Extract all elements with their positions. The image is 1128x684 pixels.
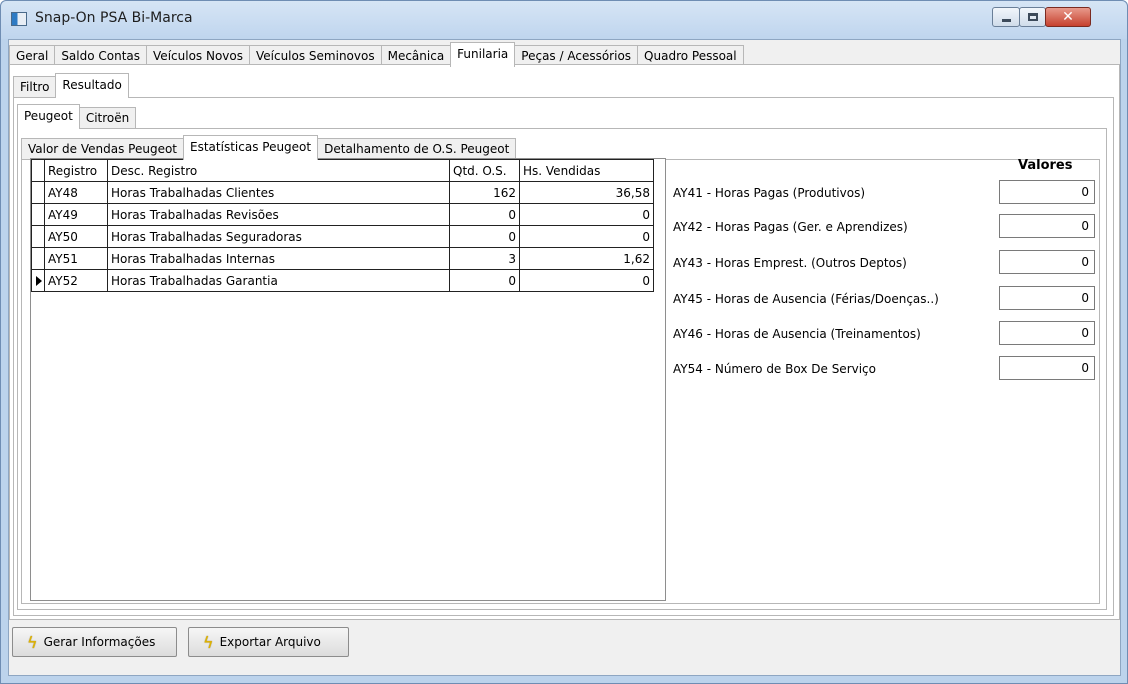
app-icon [11,12,27,26]
estatisticas-grid[interactable]: Registro Desc. Registro Qtd. O.S. Hs. Ve… [30,158,666,601]
row-indicator [31,247,45,270]
cell-hs-vendidas[interactable]: 36,58 [519,181,654,204]
report-tab-strip: Valor de Vendas Peugeot Estatísticas Peu… [21,135,517,160]
cell-qtd-os[interactable]: 0 [449,269,520,292]
window-title: Snap-On PSA Bi-Marca [35,10,193,26]
table-row-selected[interactable]: AY52 Horas Trabalhadas Garantia 0 0 [31,269,654,292]
field-label-ay41: AY41 - Horas Pagas (Produtivos) [673,186,865,200]
table-row[interactable]: AY48 Horas Trabalhadas Clientes 162 36,5… [31,181,654,204]
field-label-ay42: AY42 - Horas Pagas (Ger. e Aprendizes) [673,220,908,234]
exportar-arquivo-button[interactable]: ϟ Exportar Arquivo [188,627,349,657]
cell-hs-vendidas[interactable]: 0 [519,269,654,292]
cell-hs-vendidas[interactable]: 0 [519,203,654,226]
cell-desc-registro[interactable]: Horas Trabalhadas Garantia [107,269,450,292]
field-label-ay45: AY45 - Horas de Ausencia (Férias/Doenças… [673,292,939,306]
brand-tab-strip: Peugeot Citroën [17,104,137,129]
tab-resultado[interactable]: Resultado [55,73,129,98]
column-header-registro[interactable]: Registro [44,159,108,182]
field-input-ay45[interactable]: 0 [999,286,1095,310]
current-row-arrow-icon [36,275,42,286]
exportar-arquivo-label: Exportar Arquivo [219,635,321,649]
tab-detalhamento-os-peugeot[interactable]: Detalhamento de O.S. Peugeot [317,138,517,160]
field-input-ay42[interactable]: 0 [999,214,1095,238]
minimize-button[interactable] [992,7,1020,27]
column-header-qtd-os[interactable]: Qtd. O.S. [449,159,520,182]
cell-desc-registro[interactable]: Horas Trabalhadas Seguradoras [107,225,450,248]
tab-valor-vendas-peugeot[interactable]: Valor de Vendas Peugeot [21,138,185,160]
tab-estatisticas-peugeot[interactable]: Estatísticas Peugeot [183,135,319,160]
cell-hs-vendidas[interactable]: 0 [519,225,654,248]
close-icon: ✕ [1062,9,1074,25]
sub-tab-strip: Filtro Resultado [13,73,129,98]
valores-header: Valores [1018,158,1073,173]
cell-hs-vendidas[interactable]: 1,62 [519,247,654,270]
gerar-informacoes-label: Gerar Informações [43,635,156,649]
maximize-button[interactable] [1019,7,1046,27]
tab-funilaria[interactable]: Funilaria [450,42,516,67]
cell-registro[interactable]: AY48 [44,181,108,204]
row-indicator-header [31,159,45,182]
lightning-icon: ϟ [203,632,214,652]
minimize-icon [1001,18,1011,22]
field-label-ay43: AY43 - Horas Emprest. (Outros Deptos) [673,256,907,270]
close-button[interactable]: ✕ [1045,7,1091,27]
maximize-icon [1027,13,1038,21]
cell-registro[interactable]: AY52 [44,269,108,292]
tab-peugeot[interactable]: Peugeot [17,104,80,129]
grid-header-row: Registro Desc. Registro Qtd. O.S. Hs. Ve… [31,159,654,182]
row-indicator [31,203,45,226]
gerar-informacoes-button[interactable]: ϟ Gerar Informações [12,627,177,657]
cell-qtd-os[interactable]: 0 [449,225,520,248]
table-row[interactable]: AY50 Horas Trabalhadas Seguradoras 0 0 [31,225,654,248]
tab-filtro[interactable]: Filtro [13,76,57,98]
field-input-ay41[interactable]: 0 [999,180,1095,204]
cell-desc-registro[interactable]: Horas Trabalhadas Internas [107,247,450,270]
field-input-ay43[interactable]: 0 [999,250,1095,274]
cell-desc-registro[interactable]: Horas Trabalhadas Revisões [107,203,450,226]
field-input-ay54[interactable]: 0 [999,356,1095,380]
lightning-icon: ϟ [27,632,38,652]
row-indicator [31,225,45,248]
column-header-hs-vendidas[interactable]: Hs. Vendidas [519,159,654,182]
table-row[interactable]: AY51 Horas Trabalhadas Internas 3 1,62 [31,247,654,270]
field-label-ay46: AY46 - Horas de Ausencia (Treinamentos) [673,327,921,341]
cell-registro[interactable]: AY49 [44,203,108,226]
table-row[interactable]: AY49 Horas Trabalhadas Revisões 0 0 [31,203,654,226]
column-header-desc-registro[interactable]: Desc. Registro [107,159,450,182]
field-label-ay54: AY54 - Número de Box De Serviço [673,362,876,376]
cell-registro[interactable]: AY50 [44,225,108,248]
title-bar: Snap-On PSA Bi-Marca ✕ [1,1,1127,39]
cell-registro[interactable]: AY51 [44,247,108,270]
cell-qtd-os[interactable]: 0 [449,203,520,226]
cell-qtd-os[interactable]: 162 [449,181,520,204]
field-input-ay46[interactable]: 0 [999,321,1095,345]
cell-qtd-os[interactable]: 3 [449,247,520,270]
row-indicator [31,181,45,204]
grid-table: Registro Desc. Registro Qtd. O.S. Hs. Ve… [31,159,654,292]
cell-desc-registro[interactable]: Horas Trabalhadas Clientes [107,181,450,204]
tab-citroen[interactable]: Citroën [78,107,137,129]
row-indicator [31,269,45,292]
